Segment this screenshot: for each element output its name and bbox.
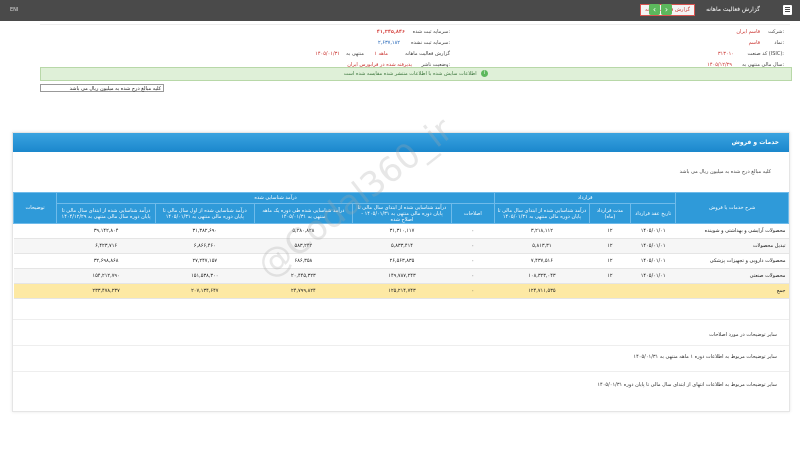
row-c1: ۱۰۸,۳۲۳,۰۴۳ [494,268,590,284]
col-group-recognized: درآمد شناسایی شده [56,192,495,204]
row-c5: ۶,۸۶۶,۴۶۰ [155,238,255,254]
row-c6: ۳۹,۱۴۲,۸۰۴ [56,223,156,239]
capital-unregistered-label: سرمایه ثبت نشده: [411,40,450,46]
total-c1: ۱۲۴,۷۱۱,۵۳۵ [494,283,590,299]
row-name: محصولات دارویی و تجهیزات پزشکی [675,253,789,269]
info-row-company: شرکت: قاسم ایران سرمایه ثبت شده: ۴۱,۳۴۵,… [40,29,790,37]
total-c6: ۲۳۳,۴۷۸,۲۳۷ [56,283,156,299]
table-row: محصولات صنعتی ۱۴۰۵/۰۱/۰۱ ۱۲ ۱۰۸,۳۲۳,۰۴۳ … [13,268,789,284]
total-label: جمع [675,283,789,299]
row-notes [13,268,57,284]
report-type-value: ۱ ماهه [374,51,388,57]
row-months: ۱۲ [589,238,631,254]
total-c5: ۲۰۷,۱۳۴,۶۴۷ [155,283,255,299]
info-row-isic: کد صنعت (ISIC): ۳۱۳۰۱۰ گزارش فعالیت ماها… [40,51,790,59]
isic-value: ۳۱۳۰۱۰ [717,51,734,57]
col-contract-date: تاریخ عقد قرارداد [629,203,677,224]
total-c4: ۲۴,۷۹۹,۸۲۴ [254,283,353,299]
card-title: خدمات و فروش [731,139,779,146]
row-c5: ۳۱,۳۸۲,۶۹۰ [155,223,255,239]
company-label: شرکت: [768,29,784,35]
footnote-adjustments-text: سایر توضیحات در مورد اصلاحات [709,332,777,338]
next-button[interactable]: › [661,4,672,15]
row-name: محصولات صنعتی [675,268,789,284]
row-c5: ۱۵۱,۵۳۸,۳۰۰ [155,268,255,284]
table-row: محصولات آرایشی و بهداشتی و شوینده ۱۴۰۵/۰… [13,223,789,239]
col-recognized-ytd: درآمد شناسایی شده از اول سال مالی تا پای… [154,203,255,224]
total-row: جمع ۱۲۴,۷۱۱,۵۳۵ ۰ ۱۲۵,۲۱۴,۷۴۳ ۲۴,۷۹۹,۸۲۴… [13,283,789,299]
unit-dropdown[interactable]: کلیه مبالغ درج شده به میلیون ریال می باش… [40,84,164,92]
row-c2: ۰ [451,223,495,239]
row-c3: ۲۶,۵۶۳,۸۳۵ [352,253,452,269]
company-value[interactable]: قاسم ایران [736,29,760,35]
row-date: ۱۴۰۵/۰۱/۰۱ [630,238,676,254]
sales-table: شرح خدمات یا فروش قرارداد درآمد شناسایی … [12,192,789,299]
capital-value: ۴۱,۳۴۵,۸۴۶ [376,29,405,35]
table-row: محصولات دارویی و تجهیزات پزشکی ۱۴۰۵/۰۱/۰… [13,253,789,269]
col-adjustments: اصلاحات [450,203,495,224]
col-contract-months: مدت قرارداد (ماه) [588,203,631,224]
symbol-label: نماد: [774,40,784,46]
report-document-icon [783,5,792,15]
row-date: ۱۴۰۵/۰۱/۰۱ [630,253,676,269]
comparison-notice: اطلاعات سایش شده با اطلاعات منتشر شده مق… [40,67,792,81]
row-c2: ۰ [451,253,495,269]
row-c1: ۷,۴۳۷,۵۱۶ [494,253,590,269]
row-c3: ۵,۸۳۳,۴۱۴ [352,238,452,254]
report-title: گزارش فعالیت ماهانه [706,6,760,13]
row-c5: ۲۷,۲۴۷,۱۵۷ [155,253,255,269]
total-c3: ۱۲۵,۲۱۴,۷۴۳ [352,283,452,299]
row-notes [13,253,57,269]
col-recognized-last-year: درآمد شناسایی شده از ابتدای سال مالی تا … [56,203,156,224]
symbol-value[interactable]: قاسم [749,40,760,46]
row-notes [13,223,57,239]
total-date [630,283,676,299]
footnote-period: سایر توضیحات مربوط به اطلاعات دوره ۱ ماه… [13,345,789,366]
currency-note: کلیه مبالغ درج شده به میلیون ریال می باش… [679,169,771,175]
row-notes [13,238,57,254]
report-end-label: منتهی به [346,51,364,57]
row-date: ۱۴۰۵/۰۱/۰۱ [630,268,676,284]
table-row: تبدیل محصولات ۱۴۰۵/۰۱/۰۱ ۱۲ ۵,۸۱۳,۳۱ ۰ ۵… [13,238,789,254]
footnote-fiscal: سایر توضیحات مربوط به اطلاعات انتهای از … [13,371,789,392]
footnote-fiscal-text: سایر توضیحات مربوط به اطلاعات انتهای از … [597,382,777,388]
report-end-value: ۱۴۰۵/۰۱/۳۱ [315,51,340,57]
total-c2: ۰ [451,283,495,299]
col-recognized-prior: درآمد شناسایی شده از ابتدای سال مالی تا … [493,203,590,224]
capital-label: سرمایه ثبت شده: [412,29,450,35]
capital-unregistered-value: ۲,۶۳۷,۱۸۲ [378,40,400,46]
row-name: تبدیل محصولات [675,238,789,254]
footnote-period-text: سایر توضیحات مربوط به اطلاعات دوره ۱ ماه… [633,354,777,360]
info-icon: i [481,70,489,77]
col-notes: توضیحات [12,192,58,224]
top-bar: گزارش فعالیت ماهانه گزارش فعالیت ماهانه … [0,0,800,21]
corner-label: ENI [10,7,19,13]
row-c2: ۰ [451,268,495,284]
row-name: محصولات آرایشی و بهداشتی و شوینده [675,223,789,239]
row-c1: ۳,۲۱۸,۱۱۲ [494,223,590,239]
total-notes [13,283,57,299]
col-description: شرح خدمات یا فروش [675,192,789,224]
info-row-symbol: نماد: قاسم سرمایه ثبت نشده: ۲,۶۳۷,۱۸۲ [40,40,790,48]
total-months [589,283,631,299]
footnote-adjustments: سایر توضیحات در مورد اصلاحات [13,319,789,340]
row-c6: ۳۲,۶۹۸,۸۶۸ [56,253,156,269]
row-months: ۱۲ [589,268,631,284]
report-type-label: گزارش فعالیت ماهانه [405,51,450,57]
col-group-contract: قرارداد [493,192,677,204]
row-months: ۱۲ [589,223,631,239]
row-c1: ۵,۸۱۳,۳۱ [494,238,590,254]
row-c2: ۰ [451,238,495,254]
row-date: ۱۴۰۵/۰۱/۰۱ [630,223,676,239]
row-c6: ۱۵۴,۲۱۲,۷۹۰ [56,268,156,284]
notice-text: اطلاعات سایش شده با اطلاعات منتشر شده مق… [343,71,477,77]
isic-label: کد صنعت (ISIC): [747,51,784,57]
previous-button[interactable]: ‹ [649,4,660,15]
row-months: ۱۲ [589,253,631,269]
row-c6: ۶,۴۲۳,۷۱۶ [56,238,156,254]
row-c3: ۱۴۹,۷۸۷,۲۴۳ [352,268,452,284]
row-c3: ۳۱,۳۱۰,۱۱۷ [352,223,452,239]
